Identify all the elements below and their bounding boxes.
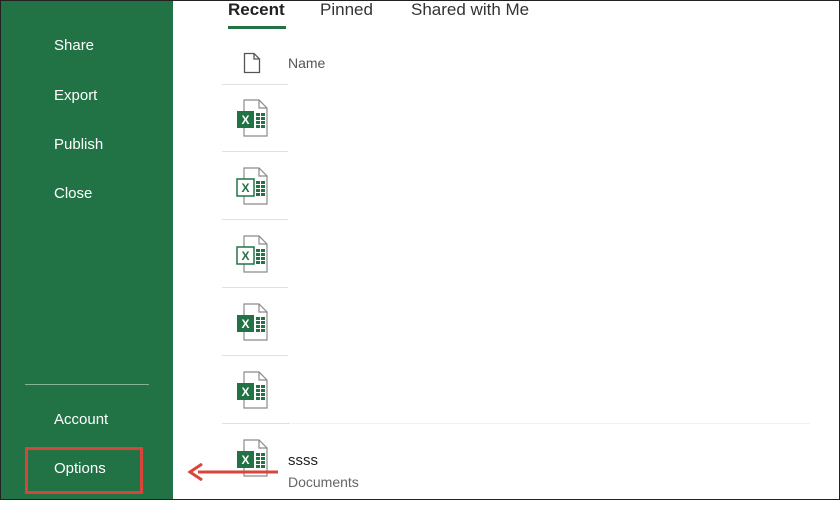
file-type-icon — [243, 52, 261, 79]
svg-text:X: X — [241, 113, 249, 127]
tab-recent[interactable]: Recent — [228, 0, 285, 20]
tab-pinned[interactable]: Pinned — [320, 0, 373, 20]
file-name[interactable]: ssss — [288, 452, 318, 469]
options-highlight-box — [25, 447, 143, 494]
svg-text:X: X — [241, 181, 249, 195]
hidden-file-details-area — [288, 84, 810, 414]
excel-file-icon: X — [236, 99, 268, 142]
excel-file-icon: X — [236, 235, 268, 278]
excel-file-icon: X — [236, 167, 268, 210]
sidebar-item-close[interactable]: Close — [54, 182, 92, 206]
sidebar-item-share[interactable]: Share — [54, 34, 94, 58]
svg-text:X: X — [241, 385, 249, 399]
list-header: Name — [222, 46, 810, 85]
svg-text:X: X — [241, 317, 249, 331]
backstage-sidebar: Share Export Publish Close Account Optio… — [1, 1, 173, 499]
tab-shared-with-me[interactable]: Shared with Me — [411, 0, 529, 20]
column-header-name[interactable]: Name — [288, 55, 325, 71]
list-item-visible: ssss Documents — [222, 440, 810, 508]
sidebar-item-account[interactable]: Account — [54, 408, 108, 432]
svg-text:X: X — [241, 249, 249, 263]
excel-file-icon: X — [236, 303, 268, 346]
sidebar-item-publish[interactable]: Publish — [54, 133, 103, 157]
tab-active-underline — [228, 26, 286, 29]
file-location: Documents — [288, 474, 359, 490]
sidebar-divider — [25, 384, 149, 385]
sidebar-item-export[interactable]: Export — [54, 84, 97, 108]
excel-file-icon: X — [236, 371, 268, 414]
